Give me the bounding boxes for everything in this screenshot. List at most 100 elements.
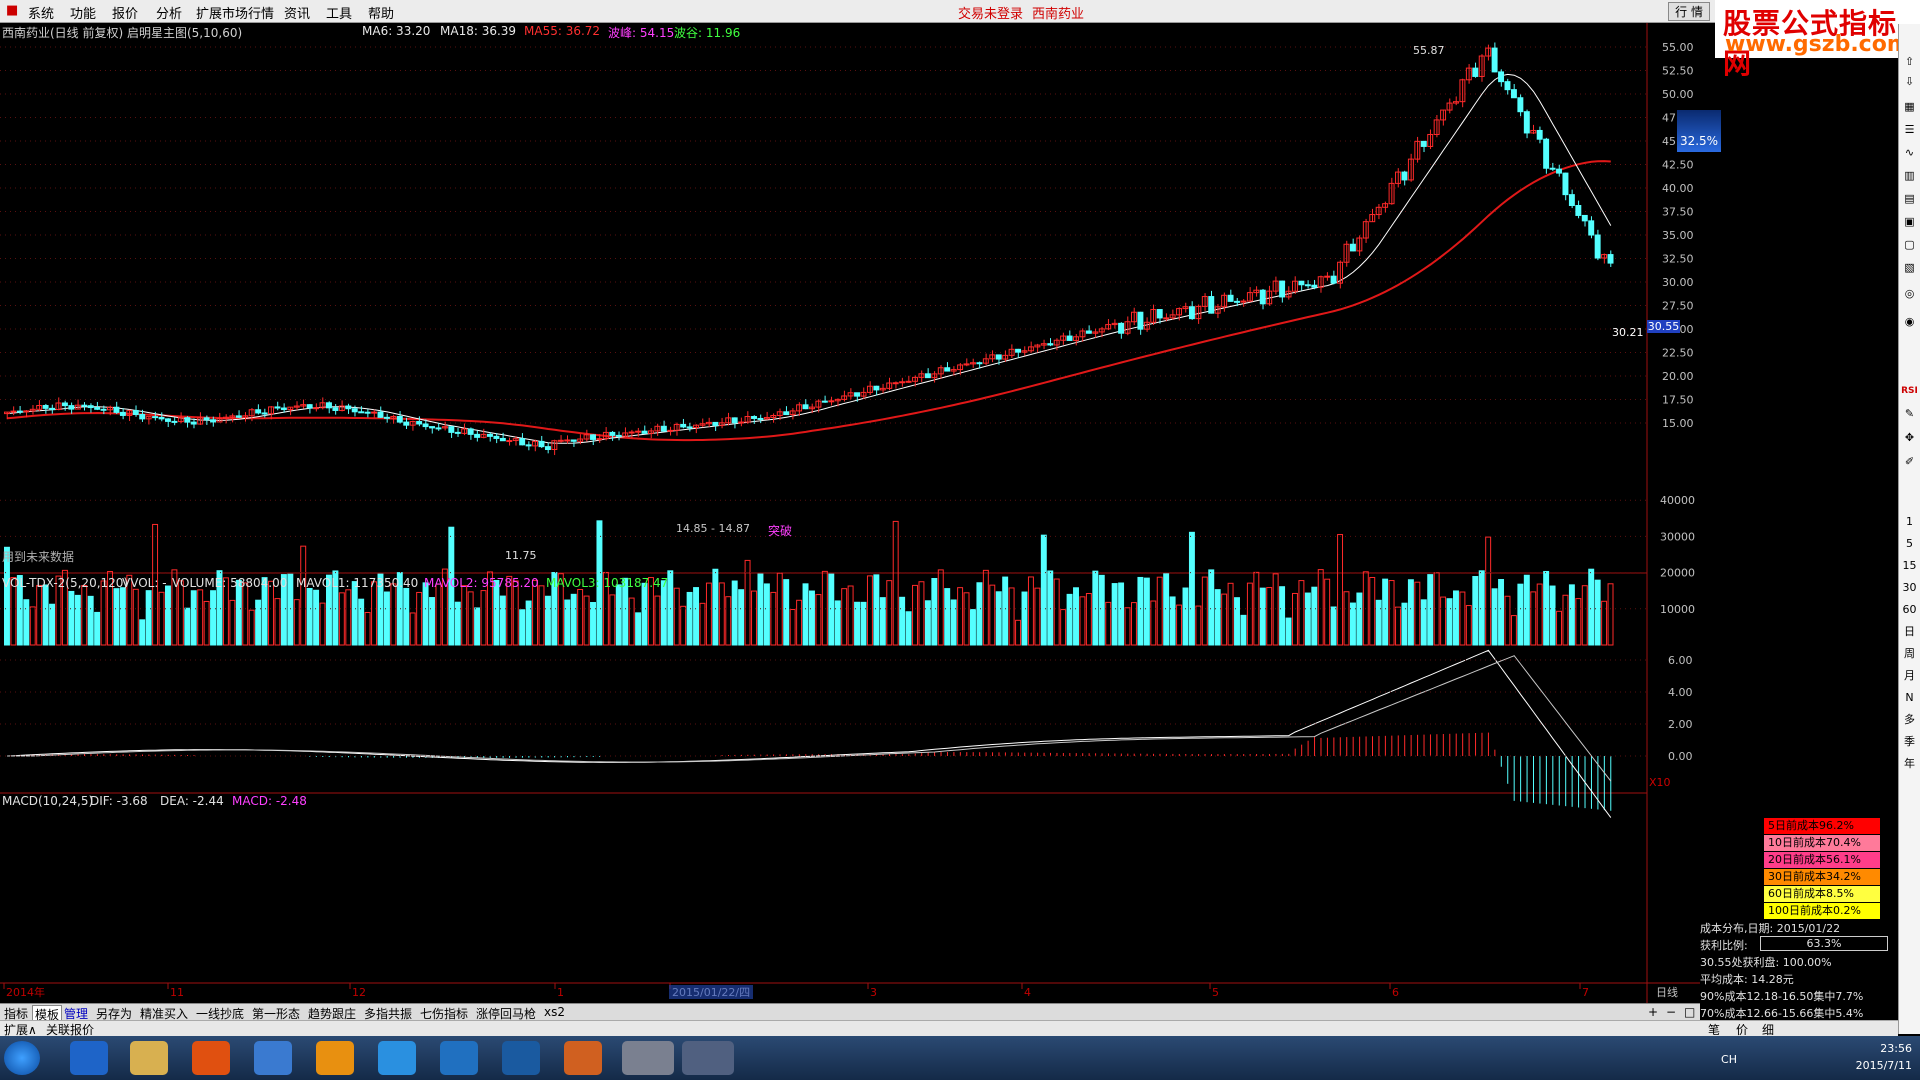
tab-xs2[interactable]: xs2	[544, 1005, 565, 1019]
volume-bar	[1066, 593, 1073, 646]
app-firefox-icon[interactable]	[564, 1041, 602, 1075]
candle-body	[1349, 243, 1356, 252]
doc-icon[interactable]: ▢	[1901, 237, 1918, 252]
volume-bar	[615, 584, 622, 646]
price-tick-label: 42.50	[1662, 159, 1694, 172]
lang-indicator[interactable]: CH	[1721, 1051, 1737, 1068]
period-5[interactable]: 5	[1901, 536, 1918, 551]
candle-body	[132, 410, 139, 415]
rsi-button[interactable]: RSI	[1901, 384, 1918, 399]
candle-body	[1594, 234, 1601, 259]
period-1[interactable]: 1	[1901, 514, 1918, 529]
volume-bar	[306, 588, 313, 646]
volume-bar	[1304, 592, 1311, 646]
volume-bar	[1169, 596, 1176, 646]
k-icon[interactable]	[502, 1041, 540, 1075]
period-quarter[interactable]: 季	[1901, 734, 1918, 749]
price-tick-label: 50.00	[1662, 88, 1694, 101]
cost-row: 5日前成本96.2%	[1764, 818, 1880, 834]
menu-function[interactable]: 功能	[70, 3, 96, 22]
period-multi[interactable]: 多	[1901, 712, 1918, 727]
macd-tick-label: 2.00	[1668, 718, 1693, 731]
zoom-out-button[interactable]: −	[1666, 1005, 1676, 1019]
cloud-icon[interactable]	[440, 1041, 478, 1075]
period-year[interactable]: 年	[1901, 756, 1918, 771]
candle-body	[1401, 171, 1408, 181]
app-blue-icon[interactable]	[254, 1041, 292, 1075]
candle-body	[364, 411, 371, 414]
pen-icon[interactable]: ✐	[1901, 454, 1918, 469]
candle-body	[873, 385, 880, 391]
stock-app-icon[interactable]	[622, 1041, 674, 1075]
explorer-icon[interactable]	[130, 1041, 168, 1075]
period-30[interactable]: 30	[1901, 580, 1918, 595]
menu-tools[interactable]: 工具	[326, 3, 352, 22]
candle-body	[544, 446, 551, 450]
period-60[interactable]: 60	[1901, 602, 1918, 617]
line-chart-icon[interactable]: ∿	[1901, 145, 1918, 160]
paint-icon[interactable]	[682, 1041, 734, 1075]
menu-system[interactable]: 系统	[28, 3, 54, 22]
zoom-in-button[interactable]: +	[1648, 1005, 1658, 1019]
start-button[interactable]	[4, 1041, 40, 1075]
list-icon[interactable]: ☰	[1901, 122, 1918, 137]
price-axis: 55.0052.5050.0047.5045.0042.5040.0037.50…	[1662, 41, 1694, 430]
menu-news[interactable]: 资讯	[284, 3, 310, 22]
candle-body	[203, 417, 210, 421]
volume-bar	[1588, 568, 1595, 646]
vol-indicator-name: VOL-TDX-2(5,20,120)	[2, 576, 129, 590]
arrow-down-icon[interactable]: ⇩	[1901, 74, 1918, 89]
clock-date[interactable]: 2015/7/11	[1856, 1057, 1912, 1074]
stock-chart[interactable]: 55.0052.5050.0047.5045.0042.5040.0037.50…	[0, 23, 1700, 1003]
candle-body	[899, 381, 906, 384]
period-day[interactable]: 日	[1901, 624, 1918, 639]
candle-body	[313, 407, 320, 410]
menu-analysis[interactable]: 分析	[156, 3, 182, 22]
app-icon[interactable]: ■	[6, 3, 18, 18]
arrow-up-icon[interactable]: ⇧	[1901, 54, 1918, 69]
volume-bar	[165, 585, 171, 646]
period-week[interactable]: 周	[1901, 646, 1918, 661]
volume-bar	[712, 568, 719, 646]
note-icon[interactable]: ▧	[1901, 260, 1918, 275]
settings-icon[interactable]: ◉	[1901, 314, 1918, 329]
candle-body	[1562, 172, 1569, 196]
up-icon[interactable]	[316, 1041, 354, 1075]
candle-body	[171, 420, 178, 423]
candle-body	[493, 435, 500, 439]
volume-tick-label: 40000	[1660, 494, 1695, 507]
ie-icon[interactable]	[70, 1041, 108, 1075]
menu-help[interactable]: 帮助	[368, 3, 394, 22]
candle-body	[1156, 309, 1163, 319]
app-orange-icon[interactable]	[192, 1041, 230, 1075]
table-icon[interactable]: ▤	[1901, 191, 1918, 206]
clock-time[interactable]: 23:56	[1856, 1040, 1912, 1057]
bird-icon[interactable]	[378, 1041, 416, 1075]
volume-bar	[1002, 576, 1009, 646]
scroll-button[interactable]: □	[1684, 1005, 1695, 1019]
pct-badge[interactable]: 32.5%	[1677, 110, 1721, 152]
volume-bar	[1259, 587, 1266, 646]
candle-body	[416, 421, 423, 425]
candle-body	[435, 427, 442, 430]
profit-value: 63.3%	[1760, 936, 1888, 951]
candle-body	[255, 409, 262, 414]
volume-bar	[1118, 582, 1125, 646]
menu-quote[interactable]: 报价	[112, 3, 138, 22]
window-icon[interactable]: ▣	[1901, 214, 1918, 229]
price-tick-label: 52.50	[1662, 65, 1694, 78]
trade-status[interactable]: 交易未登录	[958, 3, 1023, 22]
grid-icon[interactable]: ▦	[1901, 99, 1918, 114]
period-n[interactable]: N	[1901, 690, 1918, 705]
time-tick-label: 4	[1024, 986, 1031, 999]
quote-tab[interactable]: 行 情	[1668, 2, 1710, 21]
cost-legend: 5日前成本96.2% 10日前成本70.4% 20日前成本56.1% 30日前成本34…	[1764, 818, 1880, 920]
compass-icon[interactable]: ◎	[1901, 286, 1918, 301]
menu-extended-market[interactable]: 扩展市场行情	[196, 3, 274, 22]
candle-body	[306, 404, 313, 409]
candle-icon[interactable]: ▥	[1901, 168, 1918, 183]
period-15[interactable]: 15	[1901, 558, 1918, 573]
marker-icon[interactable]: ✎	[1901, 406, 1918, 421]
period-month[interactable]: 月	[1901, 668, 1918, 683]
move-icon[interactable]: ✥	[1901, 430, 1918, 445]
